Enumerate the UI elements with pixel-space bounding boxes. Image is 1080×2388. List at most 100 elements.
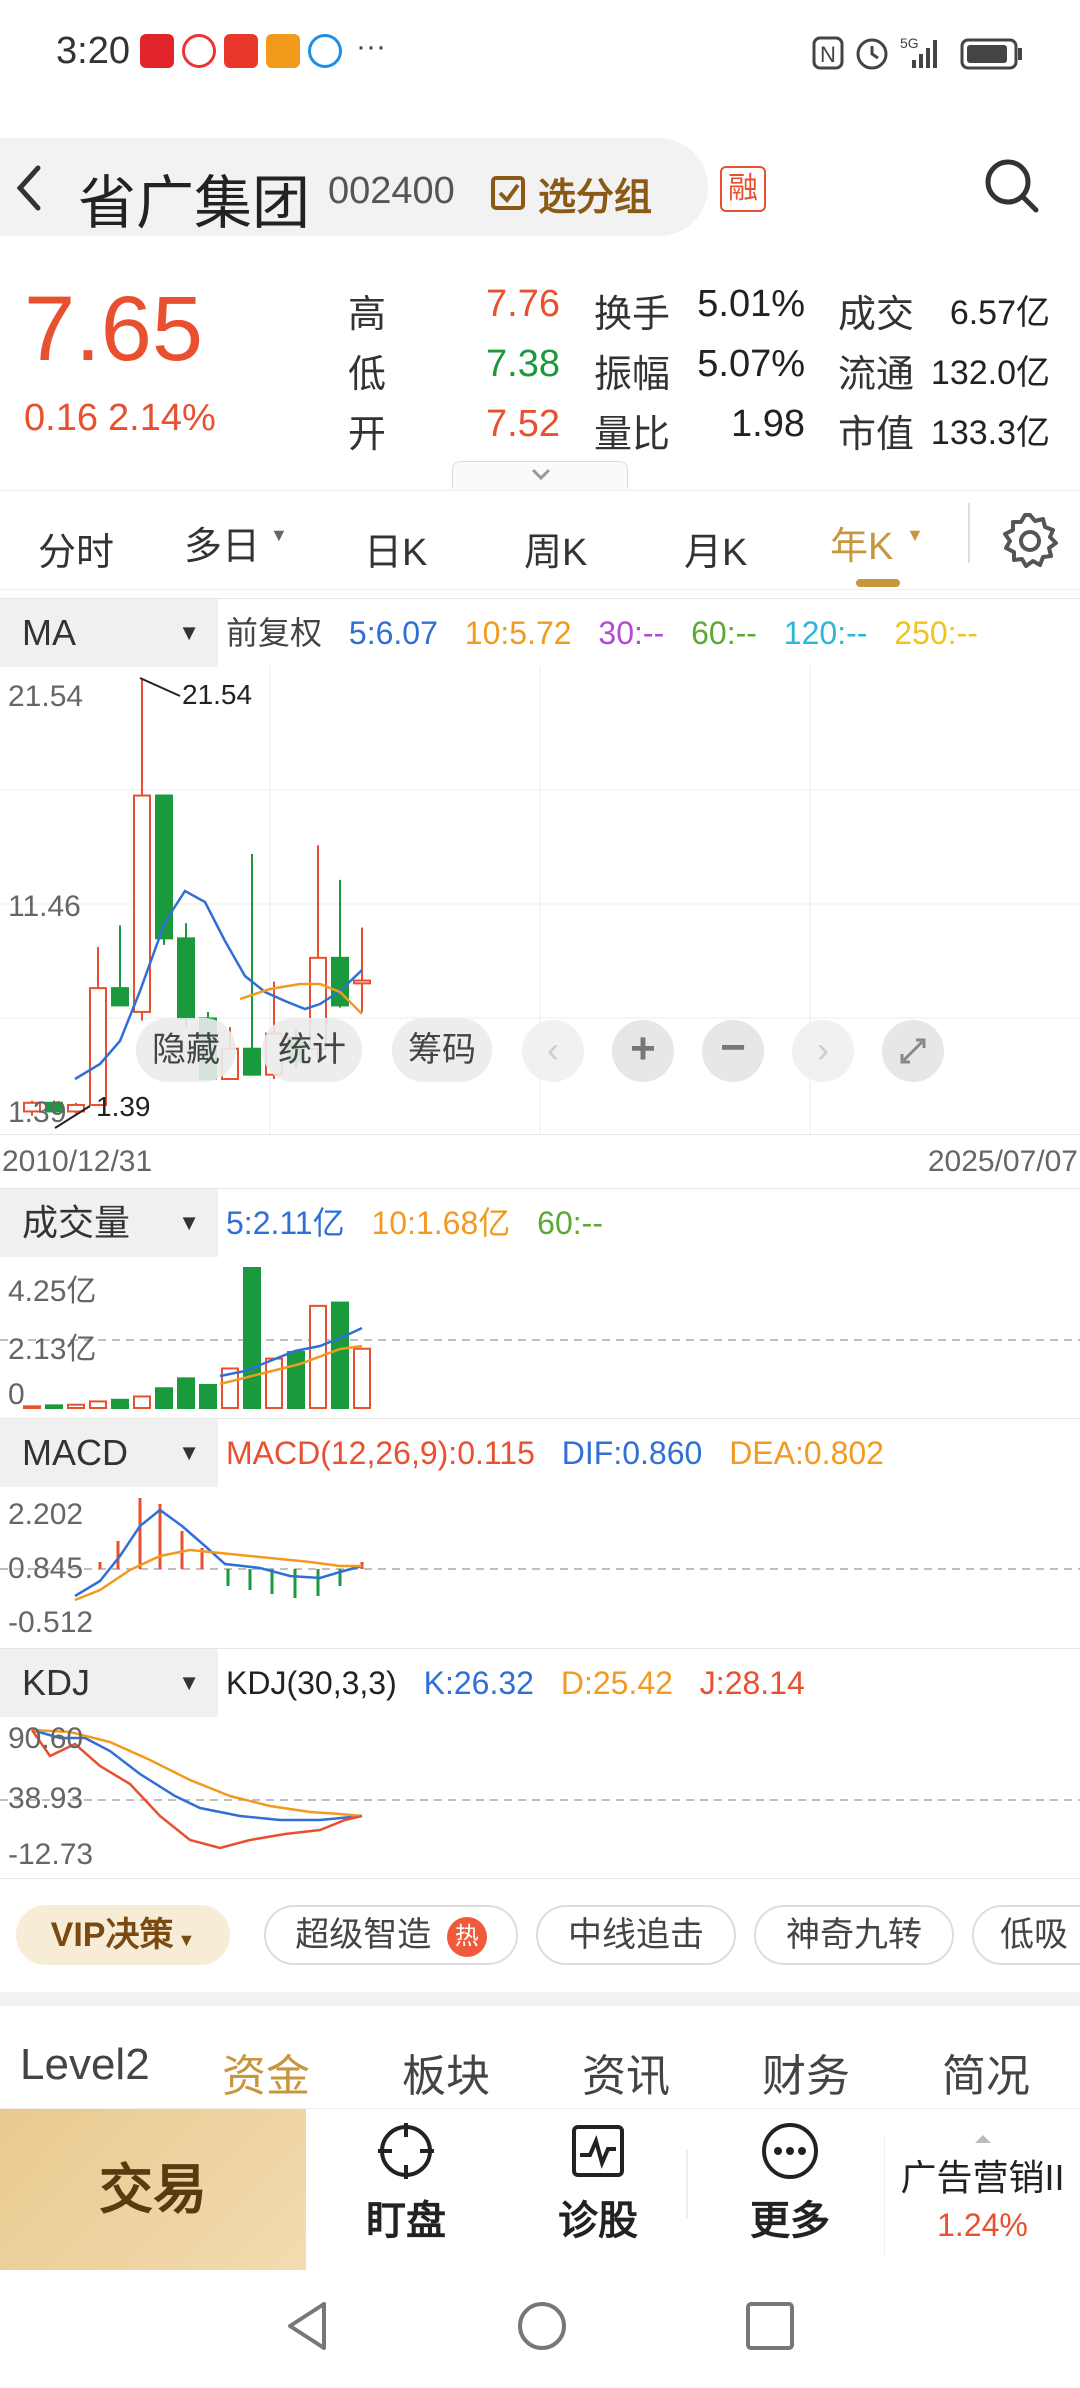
watch-button[interactable]: 盯盘 — [336, 2119, 476, 2259]
volume-bar — [133, 1395, 151, 1409]
chip-midline-chase[interactable]: 中线追击 — [536, 1905, 736, 1965]
macd-indicator-row: MACD ▼ MACD(12,26,9):0.115 DIF:0.860 DEA:… — [0, 1418, 1080, 1487]
scroll-right-icon[interactable]: › — [792, 1020, 854, 1082]
hide-button[interactable]: 隐藏 — [136, 1018, 236, 1082]
app-notification-icon — [140, 34, 174, 68]
app-notification-icon — [224, 34, 258, 68]
amplitude-label: 振幅 — [594, 354, 671, 396]
chip-magic-nine[interactable]: 神奇九转 — [754, 1905, 954, 1965]
candle-body — [133, 794, 151, 1013]
hot-badge: 热 — [446, 1917, 487, 1958]
stats-button[interactable]: 统计 — [262, 1018, 362, 1082]
select-group-button[interactable]: 选分组 — [490, 166, 652, 221]
tab-finance[interactable]: 财务 — [762, 2040, 850, 2104]
adjust-mode[interactable]: 前复权 — [226, 615, 322, 651]
tab-weekly-k[interactable]: 周K — [524, 521, 587, 576]
ma-params: 前复权 5:6.07 10:5.72 30:-- 60:-- 120:-- 25… — [226, 599, 996, 667]
chart-period-tabs: 分时 多日 ▼ 日K 周K 月K 年K ▼ — [0, 490, 1080, 590]
tab-sector[interactable]: 板块 — [402, 2040, 490, 2104]
volume-bar — [111, 1398, 129, 1410]
gear-icon[interactable] — [998, 509, 1062, 573]
chip-low-buy[interactable]: 低吸 — [972, 1905, 1080, 1965]
tab-monthly-k[interactable]: 月K — [684, 521, 747, 576]
bottom-action-bar: 交易 盯盘 诊股 更多 广告营销II 1.24% — [0, 2108, 1080, 2271]
tab-capital[interactable]: 资金 — [222, 2040, 310, 2104]
high-value: 7.76 — [486, 283, 560, 325]
tab-level2[interactable]: Level2 — [20, 2040, 150, 2090]
macd-name: MACD — [22, 1432, 128, 1473]
market-cap-label: 市值 — [838, 414, 915, 456]
dropdown-caret-icon: ▼ — [178, 620, 200, 645]
more-button[interactable]: 更多 — [720, 2119, 860, 2259]
tab-news[interactable]: 资讯 — [582, 2040, 670, 2104]
scroll-left-icon[interactable]: ‹ — [522, 1020, 584, 1082]
volume-ratio-label: 量比 — [594, 414, 671, 456]
kdj-name: KDJ — [22, 1662, 91, 1703]
crosshair-icon — [378, 2123, 434, 2179]
ma60-value: 60:-- — [691, 615, 757, 651]
stock-name: 省广集团 — [78, 171, 311, 236]
float-label: 流通 — [838, 354, 915, 396]
sector-button[interactable]: 广告营销II 1.24% — [884, 2135, 1080, 2255]
kline-chart-area[interactable]: 21.54 1.39 21.54 11.46 1.39 隐藏 统计 筹码 ‹ +… — [0, 666, 1080, 1134]
k-value: K:26.32 — [423, 1665, 534, 1701]
volume-bar — [177, 1377, 195, 1410]
volume-bar — [265, 1357, 283, 1409]
tab-daily-k[interactable]: 日K — [364, 521, 427, 576]
kdj-indicator-row: KDJ ▼ KDJ(30,3,3) K:26.32 D:25.42 J:28.14 — [0, 1648, 1080, 1717]
ma30-value: 30:-- — [598, 615, 665, 651]
tab-intraday[interactable]: 分时 — [38, 521, 114, 576]
kdj-selector[interactable]: KDJ ▼ — [0, 1649, 218, 1717]
search-icon[interactable] — [982, 156, 1042, 216]
volume-chart — [0, 1267, 1080, 1410]
chips-button[interactable]: 筹码 — [392, 1018, 492, 1082]
ma-selector[interactable]: MA ▼ — [0, 599, 218, 667]
sector-name: 广告营销II — [900, 2157, 1065, 2198]
zoom-in-icon[interactable]: + — [612, 1020, 674, 1082]
diagnose-button[interactable]: 诊股 — [528, 2119, 668, 2259]
watch-label: 盯盘 — [366, 2199, 446, 2243]
zoom-out-icon[interactable]: − — [702, 1020, 764, 1082]
kdj-chart-area[interactable]: 90.60 38.93 -12.73 — [0, 1716, 1080, 1872]
nav-recents-icon[interactable] — [742, 2298, 798, 2354]
volume-chart-area[interactable]: 4.25亿 2.13亿 0 — [0, 1256, 1080, 1412]
kdj-params: KDJ(30,3,3) K:26.32 D:25.42 J:28.14 — [226, 1649, 823, 1717]
date-axis: 2010/12/31 2025/07/07 — [0, 1134, 1080, 1184]
volume-bar — [353, 1347, 371, 1409]
macd-params: MACD(12,26,9):0.115 DIF:0.860 DEA:0.802 — [226, 1419, 902, 1487]
nav-back-icon[interactable] — [280, 2296, 336, 2356]
kdj-config: KDJ(30,3,3) — [226, 1665, 397, 1701]
system-status-icons: N 5G — [812, 35, 1022, 70]
macd-y-low: -0.512 — [8, 1606, 94, 1639]
volume-selector[interactable]: 成交量 ▼ — [0, 1189, 218, 1257]
ma120-value: 120:-- — [783, 615, 868, 651]
volume-name: 成交量 — [22, 1202, 131, 1243]
macd-chart-area[interactable]: 2.202 0.845 -0.512 — [0, 1486, 1080, 1642]
ma-indicator-row: MA ▼ 前复权 5:6.07 10:5.72 30:-- 60:-- 120:-… — [0, 598, 1080, 667]
back-arrow-icon[interactable] — [14, 164, 44, 212]
vip-decision-button[interactable]: VIP决策 ▼ — [16, 1905, 230, 1965]
market-cap-value: 133.3亿 — [930, 414, 1050, 452]
open-value: 7.52 — [486, 403, 560, 445]
volume-bar — [331, 1301, 349, 1409]
more-notifications-icon: ··· — [356, 30, 386, 63]
chip-super-intelligence[interactable]: 超级智造 热 — [264, 1905, 518, 1965]
deal-value: 6.57亿 — [949, 294, 1050, 332]
dropdown-caret-icon: ▼ — [178, 1440, 200, 1465]
trade-button[interactable]: 交易 — [0, 2109, 306, 2271]
kdj-y-low: -12.73 — [8, 1838, 94, 1871]
fullscreen-icon[interactable] — [882, 1020, 944, 1082]
volume-ratio-value: 1.98 — [731, 403, 805, 445]
tab-profile[interactable]: 简况 — [942, 2040, 1030, 2104]
candle-body — [243, 1047, 261, 1076]
macd-selector[interactable]: MACD ▼ — [0, 1419, 218, 1487]
nav-home-icon[interactable] — [512, 2296, 572, 2356]
tab-yearly-k[interactable]: 年K — [830, 515, 893, 570]
candle-body — [177, 937, 195, 1020]
tab-multi-day[interactable]: 多日 — [184, 515, 260, 570]
ma250-value: 250:-- — [894, 615, 978, 651]
select-group-label: 选分组 — [538, 177, 653, 219]
y-axis-low: 1.39 — [8, 1096, 67, 1129]
expand-quote-button[interactable] — [452, 461, 628, 489]
volume-bar — [243, 1267, 261, 1409]
